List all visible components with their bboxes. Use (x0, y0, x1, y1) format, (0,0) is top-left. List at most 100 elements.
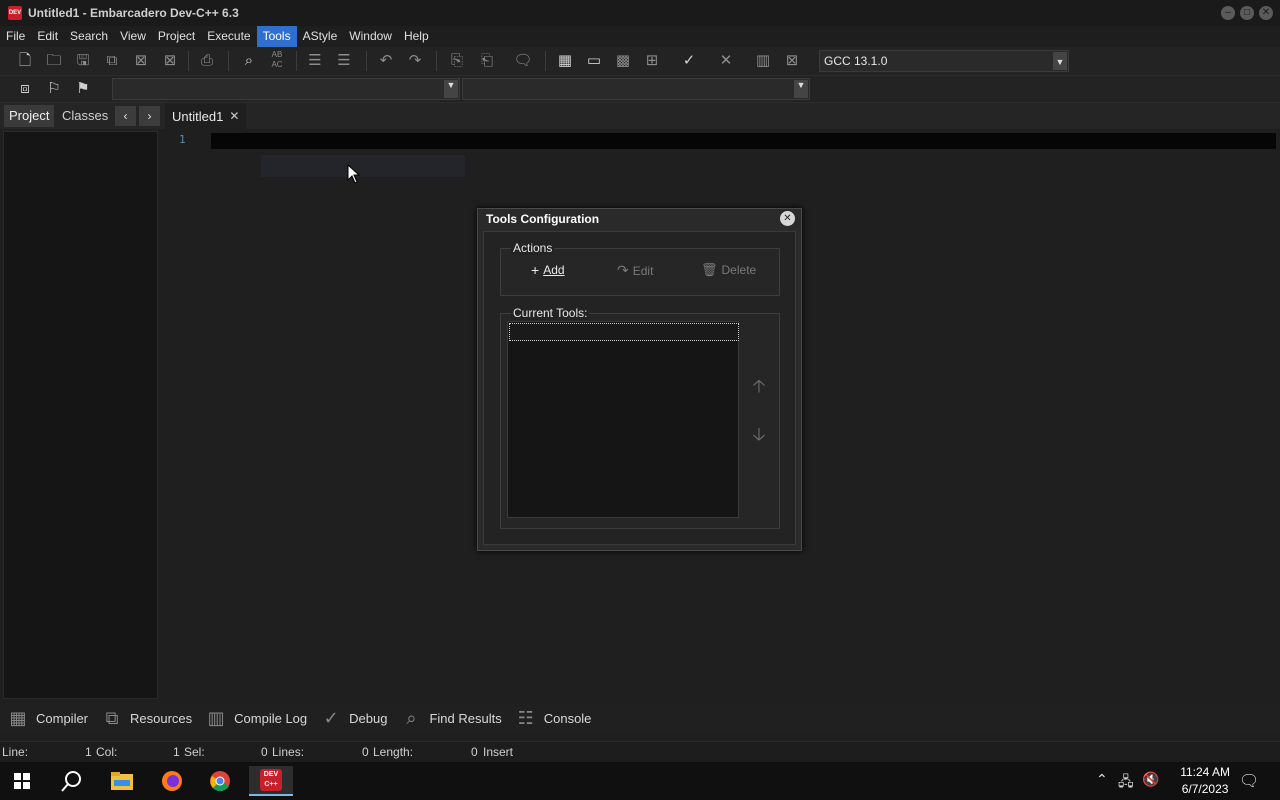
search-icon[interactable] (52, 766, 92, 796)
project-tree[interactable] (3, 131, 158, 699)
compile-run-icon[interactable]: ▩ (612, 50, 634, 72)
status-line-value: 1 (85, 745, 92, 759)
syntax-check-icon[interactable]: ✓ (678, 50, 700, 72)
profile-icon[interactable]: ▥ (752, 50, 774, 72)
tab-debug[interactable]: ✓ Debug (319, 707, 388, 729)
close-file-icon[interactable]: ⊠ (130, 50, 152, 72)
replace-icon[interactable]: AB AC (266, 50, 288, 72)
status-lines-value: 0 (362, 745, 369, 759)
chevron-right-icon[interactable]: › (139, 106, 160, 126)
delete-tool-button[interactable]: 🗑 Delete (701, 262, 756, 278)
tab-find-results[interactable]: ⌕ Find Results (399, 708, 501, 729)
debug-check-icon: ✓ (323, 707, 339, 728)
file-explorer-icon[interactable] (102, 766, 142, 796)
tab-project[interactable]: Project (4, 105, 55, 127)
goto-bookmark-icon[interactable]: ⚑ (72, 78, 94, 100)
find-results-icon: ⌕ (406, 707, 417, 728)
tab-compiler-label: Compiler (36, 710, 89, 726)
tab-resources[interactable]: ⧉ Resources (100, 707, 193, 729)
status-line-label: Line: (2, 745, 29, 759)
chrome-icon[interactable] (200, 766, 240, 796)
add-tool-button[interactable]: + Add (531, 262, 565, 278)
stop-icon[interactable]: ✕ (715, 50, 737, 72)
save-all-icon[interactable]: ⧉ (101, 50, 123, 72)
compiler-select-value: GCC 13.1.0 (824, 54, 888, 68)
tab-debug-label: Debug (349, 710, 388, 726)
rebuild-icon[interactable]: ⊞ (641, 50, 663, 72)
notification-icon[interactable]: 🗨 (1239, 771, 1259, 791)
left-panel-tabs: Project Classes ‹ › (0, 103, 163, 129)
close-all-icon[interactable]: ⊠ (159, 50, 181, 72)
close-icon[interactable]: ✕ (1259, 6, 1273, 20)
redo-icon[interactable]: ↷ (404, 50, 426, 72)
maximize-icon[interactable]: □ (1240, 6, 1254, 20)
toggle-bookmark-icon[interactable]: ⚐ (43, 78, 65, 100)
clock-date: 6/7/2023 (1181, 782, 1229, 796)
indent-icon[interactable]: ☰ (304, 50, 326, 72)
menu-view[interactable]: View (114, 26, 152, 47)
chevron-left-icon[interactable]: ‹ (115, 106, 136, 126)
current-tools-label: Current Tools: (511, 306, 590, 320)
undo-icon[interactable]: ↶ (375, 50, 397, 72)
open-icon[interactable]: 🗀 (43, 50, 65, 72)
new-file-icon[interactable]: 🗋 (14, 50, 36, 72)
menu-project[interactable]: Project (152, 26, 201, 47)
resources-icon: ⧉ (105, 707, 119, 728)
menu-bar: File Edit Search View Project Execute To… (0, 26, 1280, 47)
compile-icon[interactable]: ▦ (554, 50, 576, 72)
menu-window[interactable]: Window (343, 26, 398, 47)
devcpp-icon[interactable]: DEV C++ (249, 766, 293, 796)
run-icon[interactable]: ▭ (583, 50, 605, 72)
tab-compile-log[interactable]: ▥ Compile Log (204, 708, 308, 729)
menu-tools[interactable]: Tools (256, 26, 297, 47)
unindent-icon[interactable]: ☰ (333, 50, 355, 72)
menu-help[interactable]: Help (398, 26, 435, 47)
delete-tool-label: Delete (721, 263, 757, 277)
trash-icon: 🗑 (701, 262, 718, 277)
menu-execute[interactable]: Execute (201, 26, 256, 47)
network-icon[interactable]: 🖧 (1118, 771, 1134, 795)
editor-tab[interactable]: Untitled1 ✕ (165, 103, 247, 129)
tab-console-label: Console (543, 710, 592, 726)
status-col-value: 1 (173, 745, 180, 759)
close-icon[interactable]: ✕ (229, 109, 239, 123)
tools-list[interactable] (507, 321, 739, 518)
compiler-select[interactable]: GCC 13.1.0 ▼ (819, 50, 1069, 72)
uncomment-icon[interactable]: ⎗ (476, 50, 498, 72)
edit-tool-button[interactable]: ↷ Edit (617, 262, 653, 279)
minimize-icon[interactable]: – (1221, 6, 1235, 20)
tab-console[interactable]: ☷ Console (514, 708, 592, 729)
tab-compiler[interactable]: ▦ Compiler (6, 708, 88, 729)
move-up-icon[interactable]: 🡡 (751, 376, 767, 396)
toggle-comment-icon[interactable]: ⎘ (446, 50, 468, 72)
firefox-icon[interactable] (152, 766, 192, 796)
menu-edit[interactable]: Edit (31, 26, 64, 47)
current-tools-group: Current Tools: 🡡 🡣 (500, 306, 780, 529)
menu-file[interactable]: File (0, 26, 31, 47)
find-icon[interactable]: ⌕ (238, 50, 260, 72)
start-icon[interactable] (2, 766, 42, 796)
tab-resources-label: Resources (130, 710, 193, 726)
list-item[interactable] (509, 323, 739, 341)
save-icon[interactable]: 🖫 (72, 50, 94, 72)
line-gutter: 1 (165, 131, 209, 699)
volume-muted-icon[interactable]: 🔇 (1142, 771, 1159, 788)
tab-classes[interactable]: Classes (57, 105, 113, 127)
menu-search[interactable]: Search (64, 26, 114, 47)
status-length-label: Length: (373, 745, 414, 759)
function-select[interactable]: ▼ (462, 78, 810, 100)
clock-time: 11:24 AM (1180, 765, 1230, 779)
delete-profile-icon[interactable]: ⊠ (781, 50, 803, 72)
clock[interactable]: 11:24 AM 6/7/2023 (1180, 764, 1230, 798)
chevron-up-icon[interactable]: ⌃ (1096, 771, 1108, 788)
goto-icon[interactable]: ⧈ (14, 78, 36, 100)
title-bar: DEV Untitled1 - Embarcadero Dev-C++ 6.3 … (0, 0, 1280, 26)
bookmark-icon[interactable]: 🗨 (512, 50, 534, 72)
status-mode: Insert (483, 745, 514, 759)
print-icon[interactable]: ⎙ (196, 50, 218, 72)
close-icon[interactable]: ✕ (780, 211, 795, 226)
menu-astyle[interactable]: AStyle (297, 26, 344, 47)
move-down-icon[interactable]: 🡣 (751, 424, 767, 444)
compiler-grid-icon: ▦ (9, 707, 27, 728)
class-select[interactable]: ▼ (112, 78, 460, 100)
